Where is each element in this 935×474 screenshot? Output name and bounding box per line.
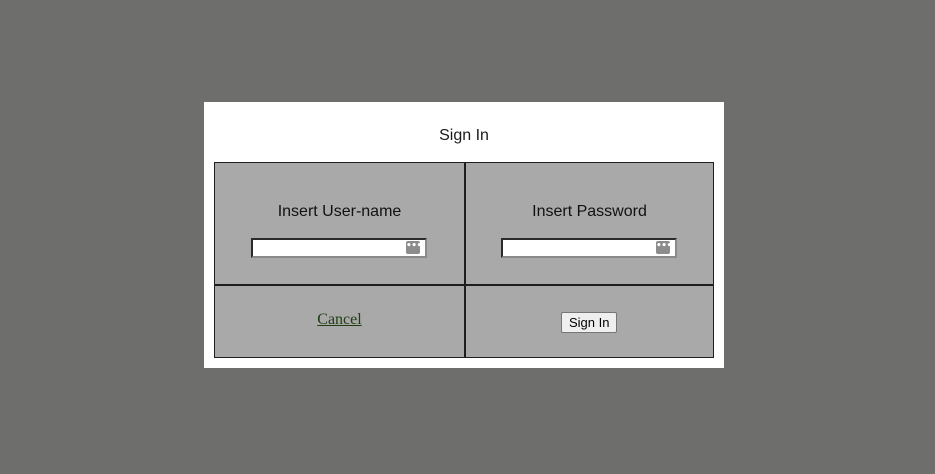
cancel-cell: Cancel bbox=[215, 286, 464, 357]
submit-cell: Sign In bbox=[466, 286, 713, 357]
username-cell: Insert User-name ••• bbox=[215, 163, 464, 284]
password-manager-icon[interactable]: ••• bbox=[656, 241, 672, 254]
dialog-title: Sign In bbox=[439, 127, 489, 144]
sign-in-form-grid: Insert User-name ••• Insert Password •••… bbox=[214, 162, 714, 358]
password-manager-icon[interactable]: ••• bbox=[406, 241, 422, 254]
sign-in-dialog: Sign In Insert User-name ••• Insert Pass… bbox=[204, 102, 724, 368]
password-label: Insert Password bbox=[532, 203, 647, 220]
username-label: Insert User-name bbox=[277, 203, 402, 220]
password-cell: Insert Password ••• bbox=[466, 163, 713, 284]
sign-in-button[interactable]: Sign In bbox=[561, 312, 618, 333]
password-field[interactable]: ••• bbox=[501, 238, 677, 258]
username-field[interactable]: ••• bbox=[251, 238, 427, 258]
username-input[interactable] bbox=[255, 240, 405, 256]
cancel-link[interactable]: Cancel bbox=[215, 311, 464, 329]
password-input[interactable] bbox=[505, 240, 655, 256]
